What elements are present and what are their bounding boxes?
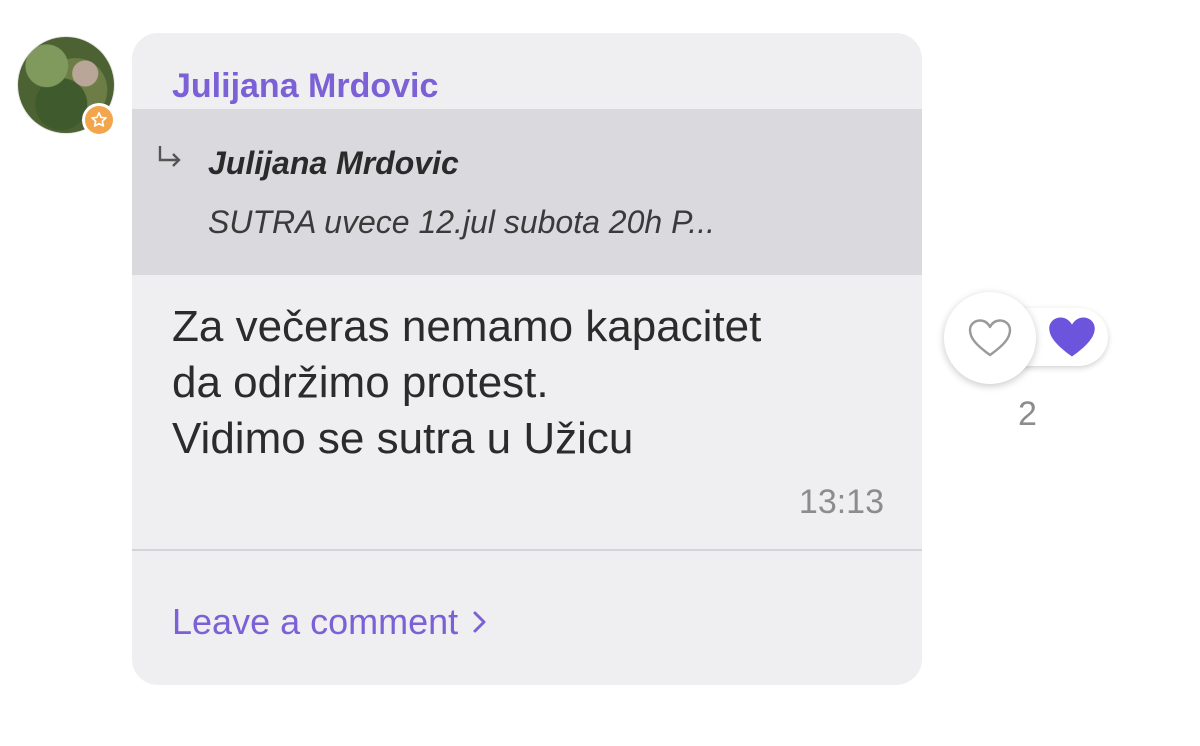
message-bubble[interactable]: Julijana Mrdovic Julijana Mrdovic SUTRA … (132, 33, 922, 685)
avatar-badge (82, 103, 116, 137)
leave-comment-link[interactable]: Leave a comment (172, 601, 488, 643)
quoted-sender-name: Julijana Mrdovic (208, 145, 459, 181)
chat-post: Julijana Mrdovic Julijana Mrdovic SUTRA … (0, 0, 1200, 746)
message-line: Vidimo se sutra u Užicu (172, 414, 634, 463)
reaction-count: 2 (1018, 395, 1037, 433)
message-timestamp: 13:13 (798, 483, 884, 521)
message-line: da održimo protest. (172, 358, 549, 407)
chevron-right-icon (473, 611, 486, 633)
heart-filled-icon (1049, 317, 1095, 357)
divider (132, 549, 922, 551)
heart-outline-icon (968, 319, 1012, 357)
sender-name[interactable]: Julijana Mrdovic (172, 67, 438, 106)
star-icon (91, 112, 107, 127)
leave-comment-label: Leave a comment (172, 601, 459, 642)
like-button[interactable] (944, 292, 1036, 384)
message-text: Za večeras nemamo kapacitet da održimo p… (172, 299, 892, 467)
reaction-bar (944, 292, 1110, 384)
reply-arrow-icon (158, 146, 181, 167)
liked-reaction[interactable] (1044, 312, 1100, 362)
quoted-message[interactable]: Julijana Mrdovic SUTRA uvece 12.jul subo… (132, 109, 922, 275)
message-line: Za večeras nemamo kapacitet (172, 302, 762, 351)
quoted-text: SUTRA uvece 12.jul subota 20h P... (208, 204, 715, 240)
